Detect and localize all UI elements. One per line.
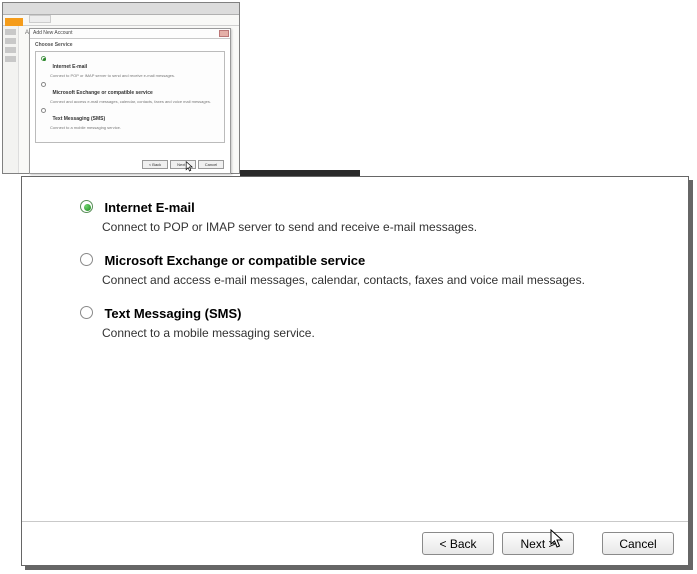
radio-text-messaging[interactable] [80,306,93,319]
option-description: Connect to a mobile messaging service. [102,326,660,340]
back-button[interactable]: < Back [422,532,494,555]
option-microsoft-exchange[interactable]: Microsoft Exchange or compatible service… [80,252,660,287]
dialog-footer: < Back Next > Cancel [22,521,688,565]
choose-service-dialog: Internet E-mail Connect to POP or IMAP s… [21,176,689,566]
option-title: Text Messaging (SMS) [104,306,241,321]
dialog-body: Internet E-mail Connect to POP or IMAP s… [22,177,688,521]
radio-icon [41,56,46,61]
option-title: Microsoft Exchange or compatible service [104,253,365,268]
thumbnail-dialog-subtitle: Choose Service [30,39,230,49]
thumbnail-cancel-button: Cancel [198,160,224,169]
thumbnail-next-button: Next > [170,160,196,169]
cancel-button[interactable]: Cancel [602,532,674,555]
next-button[interactable]: Next > [502,532,574,555]
option-description: Connect to POP or IMAP server to send an… [102,220,660,234]
radio-microsoft-exchange[interactable] [80,253,93,266]
option-text-messaging[interactable]: Text Messaging (SMS) Connect to a mobile… [80,305,660,340]
thumbnail-back-button: < Back [142,160,168,169]
option-internet-email[interactable]: Internet E-mail Connect to POP or IMAP s… [80,199,660,234]
close-icon [219,30,229,37]
thumbnail-titlebar [3,3,239,15]
option-description: Connect and access e-mail messages, cale… [102,273,660,287]
thumbnail-sidebar [3,26,19,173]
radio-icon [41,82,46,87]
radio-internet-email[interactable] [80,200,93,213]
thumbnail-options-box: Internet E-mail Connect to POP or IMAP s… [35,51,225,143]
option-title: Internet E-mail [104,200,194,215]
thumbnail-dialog-title: Add New Account [30,29,230,37]
thumbnail-dialog: Add New Account Choose Service Internet … [29,28,231,174]
ribbon-tab [29,15,51,23]
radio-icon [41,108,46,113]
thumbnail-window: Account Information Add New Account Choo… [2,2,240,174]
thumbnail-ribbon [3,15,239,26]
